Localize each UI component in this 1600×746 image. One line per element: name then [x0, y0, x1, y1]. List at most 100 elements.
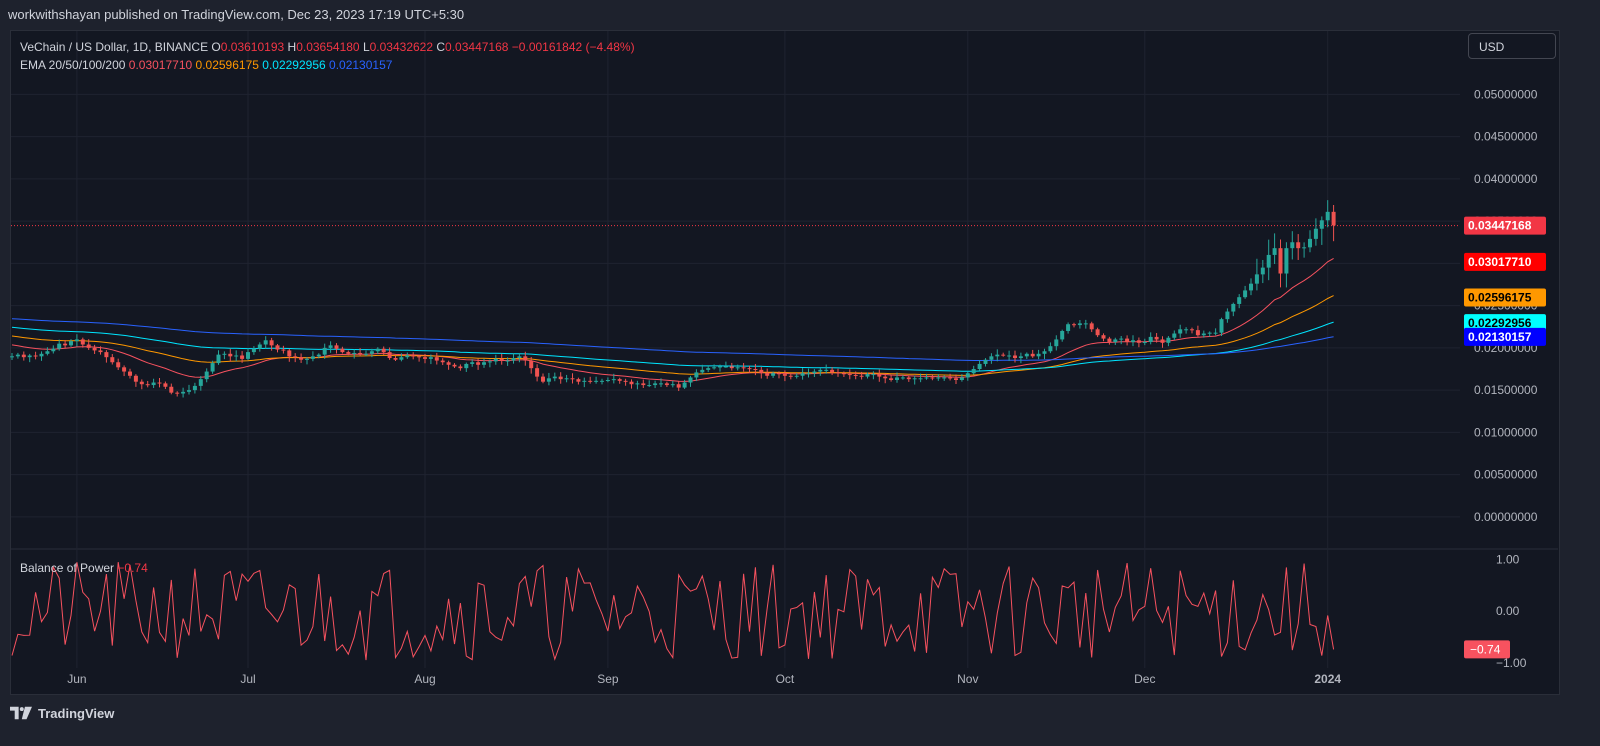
candle-body [1195, 330, 1200, 336]
symbol-name: VeChain / US Dollar, 1D, BINANCE [20, 40, 209, 54]
candle-body [33, 355, 38, 357]
candle-body [440, 360, 445, 363]
bop-last-label: −0.74 [1464, 640, 1510, 659]
candle-body [181, 391, 186, 394]
candle-body [694, 372, 699, 378]
candle-body [169, 386, 174, 393]
candle-body [151, 382, 156, 386]
candle-body [428, 357, 433, 359]
candle-body [1060, 330, 1065, 340]
candle-body [340, 348, 345, 353]
candle-body [352, 352, 357, 354]
candle-body [92, 347, 97, 351]
candle-body [1313, 228, 1318, 239]
candle-body [1302, 247, 1307, 249]
ema50-value: 0.02596175 [195, 58, 259, 72]
candle-body [877, 374, 882, 377]
candle-body [246, 352, 250, 359]
candle-body [600, 380, 604, 382]
price-label-text: 0.02596175 [1468, 291, 1532, 305]
candle-body [570, 378, 575, 380]
candle-body [1013, 355, 1017, 359]
candle-body [222, 353, 227, 355]
candle-body [1249, 283, 1253, 291]
candle-body [1272, 248, 1277, 255]
candle-body [777, 373, 781, 375]
candle-body [629, 381, 634, 385]
candle-body [310, 356, 315, 359]
candle-body [364, 353, 368, 355]
candle-body [1107, 338, 1112, 342]
candle-body [753, 369, 758, 371]
candle-body [523, 356, 528, 361]
price-tick-label: 0.01500000 [1474, 383, 1538, 397]
bop-label: Balance of Power [20, 561, 115, 575]
candle-body [1042, 351, 1047, 354]
candle-body [452, 364, 457, 367]
candle-body [1125, 338, 1130, 342]
candle-body [358, 352, 363, 355]
candle-body [187, 390, 191, 392]
candle-body [74, 339, 79, 342]
close-label: C [436, 40, 446, 54]
bop-tick-label: 0.00 [1496, 604, 1520, 618]
candle-body [546, 378, 551, 382]
candle-body [1131, 340, 1135, 342]
candles [10, 200, 1336, 398]
candle-body [86, 344, 91, 348]
candle-body [1237, 297, 1242, 304]
footer-brand[interactable]: TradingView [10, 703, 114, 723]
candle-body [883, 376, 888, 379]
open-value: 0.03610193 [220, 40, 285, 54]
symbol-legend: VeChain / US Dollar, 1D, BINANCE O0.0361… [20, 40, 635, 54]
candle-body [1172, 333, 1177, 338]
bop-value: −0.74 [117, 561, 148, 575]
price-tick-label: 0.04000000 [1474, 172, 1538, 186]
candle-body [1030, 353, 1035, 357]
time-tick-label: Nov [957, 672, 978, 686]
candle-body [334, 345, 339, 349]
candle-body [818, 369, 823, 372]
candle-body [482, 362, 486, 365]
candle-body [69, 341, 73, 346]
candle-body [1225, 311, 1230, 320]
candle-body [1101, 335, 1106, 339]
candle-body [983, 359, 988, 364]
ema-label: EMA 20/50/100/200 [20, 58, 126, 72]
bop-legend: Balance of Power −0.74 [20, 561, 148, 575]
candle-body [434, 357, 439, 361]
candle-body [27, 355, 32, 358]
candle-body [234, 355, 239, 357]
candle-body [659, 383, 663, 385]
candle-body [228, 353, 233, 357]
candle-body [564, 378, 569, 380]
chart-canvas[interactable]: 0.050000000.045000000.040000000.03500000… [0, 0, 1600, 746]
ema100-value: 0.02292956 [262, 58, 326, 72]
candle-body [889, 378, 894, 380]
currency-button[interactable]: USD [1468, 33, 1556, 59]
candle-body [399, 357, 404, 360]
candle-body [1036, 353, 1041, 357]
ema-legend: EMA 20/50/100/200 0.03017710 0.02596175 … [20, 58, 392, 72]
bop-series [11, 562, 1335, 661]
candle-body [45, 351, 50, 354]
candle-body [1178, 329, 1183, 334]
tradingview-logo-icon [10, 706, 32, 720]
candle-body [954, 378, 958, 380]
candle-body [411, 355, 416, 357]
candle-body [1278, 248, 1283, 274]
candle-body [664, 383, 669, 386]
candle-body [1007, 355, 1012, 357]
candle-body [1290, 242, 1295, 249]
time-tick-label: Oct [776, 672, 795, 686]
price-tick-label: 0.01000000 [1474, 425, 1538, 439]
candle-body [535, 368, 540, 377]
candle-body [576, 379, 581, 382]
candle-body [1148, 336, 1153, 342]
candle-body [647, 385, 652, 387]
candle-body [128, 371, 132, 376]
price-tick-label: 0.05000000 [1474, 87, 1538, 101]
candle-body [936, 377, 941, 379]
candle-body [1066, 324, 1071, 331]
candle-body [316, 354, 321, 357]
